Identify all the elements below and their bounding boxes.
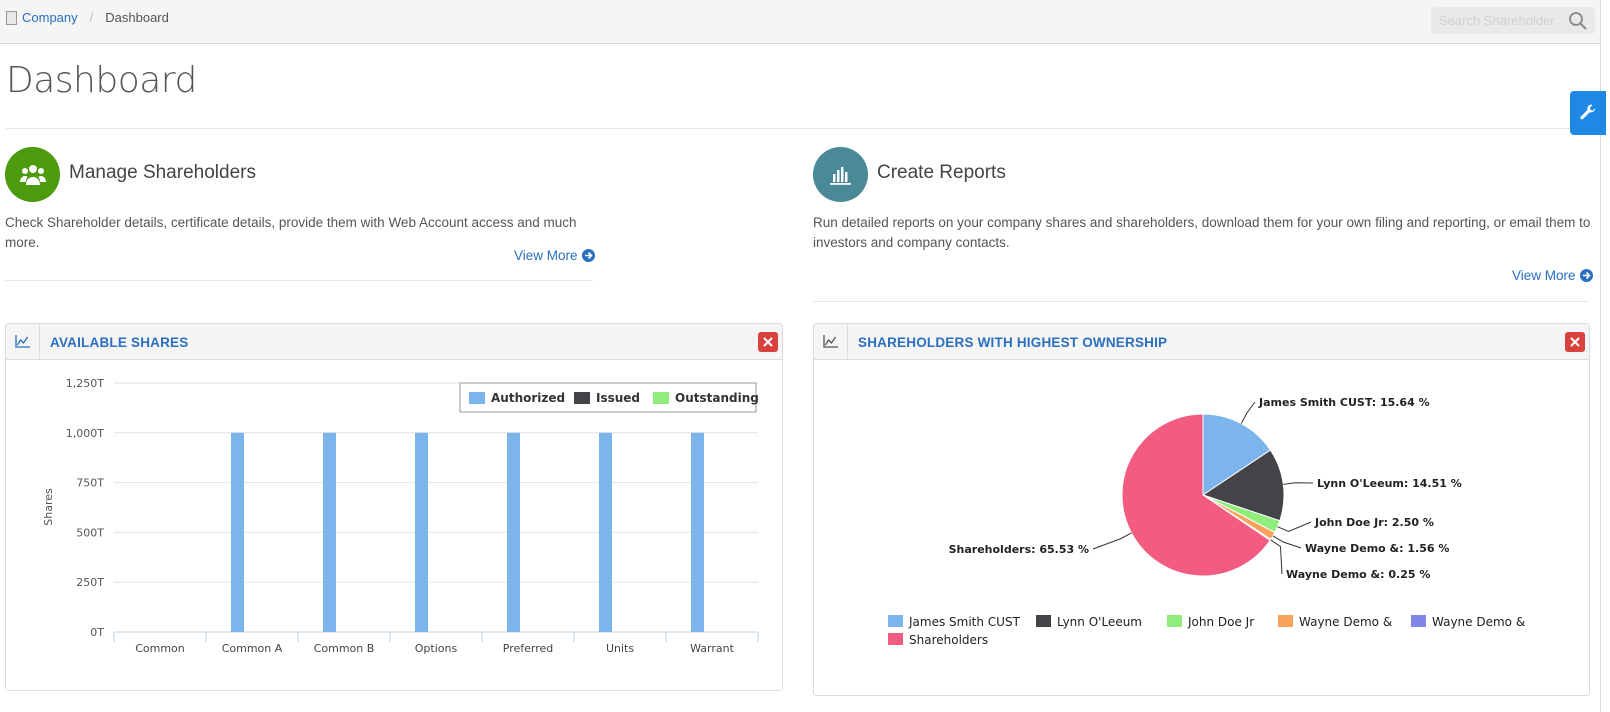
y-tick-label: 1,250T (66, 377, 104, 390)
settings-button[interactable] (1570, 91, 1606, 135)
view-more-label: View More (514, 248, 578, 263)
bar[interactable] (323, 432, 336, 632)
x-tick-label: Common A (222, 642, 283, 655)
ownership-panel: SHAREHOLDERS WITH HIGHEST OWNERSHIP Jame… (813, 323, 1590, 696)
bar[interactable] (507, 432, 520, 632)
create-reports-title: Create Reports (877, 162, 1006, 183)
y-axis-label: Shares (42, 488, 55, 526)
x-tick-label: Units (606, 642, 634, 655)
available-shares-panel: AVAILABLE SHARES 0T 250T 500T 750T 1,000T 1,2… (5, 323, 783, 691)
view-more-label: View More (1512, 268, 1576, 283)
y-tick-label: 250T (76, 576, 104, 589)
connector-line (1092, 532, 1132, 550)
data-label: Wayne Demo &: 1.56 % (1305, 542, 1449, 555)
data-label: James Smith CUST: 15.64 % (1258, 396, 1430, 409)
manage-shareholders-view-more-link[interactable]: View More (514, 248, 595, 263)
bar-chart: 0T 250T 500T 750T 1,000T 1,250T Shares Common Co… (42, 377, 759, 655)
panel-header: AVAILABLE SHARES (6, 324, 782, 360)
create-reports-view-more-link[interactable]: View More (1512, 268, 1593, 283)
y-tick-label: 750T (76, 477, 104, 490)
connector-line (1270, 539, 1283, 575)
manage-shareholders-title: Manage Shareholders (69, 162, 256, 183)
users-icon (5, 147, 60, 202)
y-tick-label: 1,000T (66, 427, 104, 440)
legend-swatch (1036, 615, 1051, 627)
bar[interactable] (231, 432, 244, 632)
panel-header: SHAREHOLDERS WITH HIGHEST OWNERSHIP (814, 324, 1589, 360)
legend-swatch (888, 633, 903, 645)
connector-line (1240, 401, 1256, 424)
breadcrumb-current: Dashboard (105, 10, 169, 25)
line-chart-icon (814, 324, 848, 360)
document-icon (6, 10, 17, 25)
description-line: Run detailed reports on your company sha… (813, 215, 1591, 230)
search-input[interactable] (1439, 12, 1559, 29)
legend-swatch (888, 615, 903, 627)
divider (5, 280, 593, 281)
legend-label[interactable]: Wayne Demo & (1299, 615, 1392, 629)
legend-swatch (1411, 615, 1426, 627)
legend-label[interactable]: Authorized (491, 391, 565, 405)
divider (6, 128, 1594, 129)
top-bar: Company / Dashboard (0, 0, 1600, 44)
breadcrumb-company-link[interactable]: Company (22, 10, 78, 25)
close-icon (763, 337, 773, 347)
line-chart-icon (6, 324, 40, 360)
close-icon (1570, 337, 1580, 347)
arrow-right-icon (581, 249, 595, 262)
panel-title: AVAILABLE SHARES (50, 335, 189, 350)
x-tick-label: Preferred (503, 642, 554, 655)
legend-label[interactable]: Wayne Demo & (1432, 615, 1525, 629)
search-icon[interactable] (1568, 11, 1588, 31)
divider (813, 301, 1589, 302)
legend-label[interactable]: John Doe Jr (1187, 615, 1254, 629)
x-tick-label: Common B (314, 642, 375, 655)
legend-label[interactable]: Lynn O'Leeum (1057, 615, 1142, 629)
wrench-icon (1580, 104, 1596, 120)
bar[interactable] (599, 432, 612, 632)
legend-swatch (653, 392, 669, 404)
pie-chart: James Smith CUST: 15.64 % Lynn O'Leeum: 1… (888, 396, 1525, 647)
x-tick-label: Warrant (690, 642, 734, 655)
panel-title: SHAREHOLDERS WITH HIGHEST OWNERSHIP (858, 335, 1168, 350)
legend-label[interactable]: Issued (596, 391, 640, 405)
legend-swatch (574, 392, 590, 404)
connector-line (1277, 521, 1312, 532)
page-title: Dashboard (6, 60, 197, 101)
chart-legend: Authorized Issued Outstanding (459, 382, 759, 413)
x-tick-label: Options (415, 642, 458, 655)
description-line: investors and company contacts. (813, 235, 1010, 250)
legend-swatch (1167, 615, 1182, 627)
breadcrumb: Company / Dashboard (6, 10, 169, 25)
legend-swatch (1278, 615, 1293, 627)
data-label: Wayne Demo &: 0.25 % (1286, 568, 1430, 581)
data-label: Shareholders: 65.53 % (949, 543, 1089, 556)
manage-shareholders-description: Check Shareholder details, certificate d… (5, 215, 577, 250)
y-tick-label: 0T (90, 626, 104, 639)
arrow-right-icon (1579, 269, 1593, 282)
legend-label[interactable]: Shareholders (909, 633, 988, 647)
legend-swatch (469, 392, 485, 404)
bar[interactable] (415, 432, 428, 632)
bar[interactable] (691, 432, 704, 632)
legend-label[interactable]: Outstanding (675, 391, 759, 405)
data-label: Lynn O'Leeum: 14.51 % (1317, 477, 1462, 490)
legend-label[interactable]: James Smith CUST (908, 615, 1021, 629)
chart-legend: James Smith CUST Lynn O'Leeum John Doe Jr W… (888, 615, 1525, 647)
y-tick-label: 500T (76, 526, 104, 539)
breadcrumb-separator: / (89, 10, 94, 25)
close-button[interactable] (758, 332, 778, 352)
connector-line (1283, 482, 1314, 485)
search-box (1431, 7, 1595, 34)
bar-chart-icon (813, 147, 868, 202)
close-button[interactable] (1565, 332, 1585, 352)
connector-line (1272, 535, 1302, 549)
data-label: John Doe Jr: 2.50 % (1314, 516, 1434, 529)
create-reports-description: Run detailed reports on your company sha… (813, 213, 1603, 253)
x-tick-label: Common (135, 642, 185, 655)
